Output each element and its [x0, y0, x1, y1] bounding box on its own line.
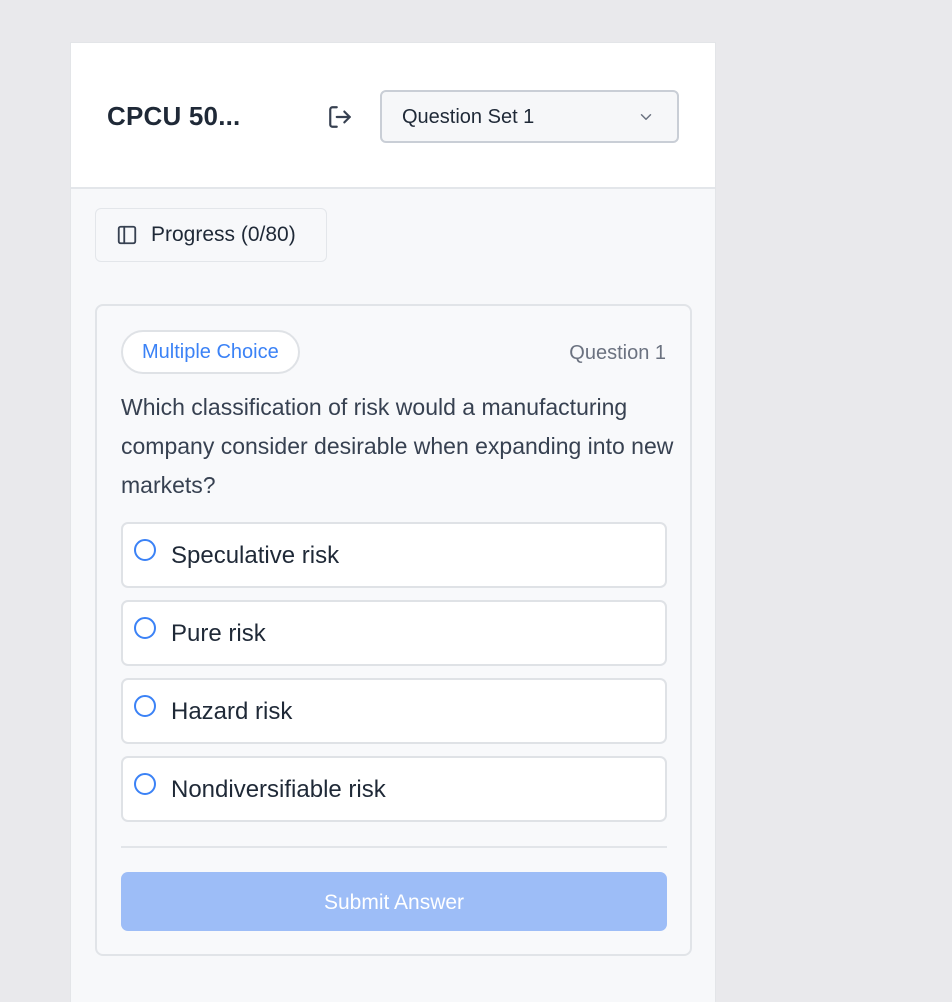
question-number: Question 1 [569, 342, 666, 364]
progress-button[interactable]: Progress (0/80) [95, 208, 327, 262]
radio-button[interactable] [134, 617, 156, 639]
radio-button[interactable] [134, 539, 156, 561]
answer-option[interactable]: Nondiversifiable risk [121, 756, 667, 822]
answer-option-label: Nondiversifiable risk [171, 776, 386, 803]
question-set-select-value: Question Set 1 [402, 106, 535, 128]
quiz-app: CPCU 50... Question Set 1 Progress (0/80… [70, 42, 716, 1002]
progress-label: Progress (0/80) [151, 223, 296, 246]
answer-option[interactable]: Speculative risk [121, 522, 667, 588]
chevron-down-icon [637, 108, 655, 126]
answer-option[interactable]: Hazard risk [121, 678, 667, 744]
answer-option-label: Pure risk [171, 620, 266, 647]
submit-answer-button[interactable]: Submit Answer [121, 872, 667, 931]
question-card: Multiple Choice Question 1 Which classif… [95, 304, 692, 956]
radio-button[interactable] [134, 695, 156, 717]
question-text: Which classification of risk would a man… [121, 394, 674, 498]
header: CPCU 50... Question Set 1 [71, 43, 715, 189]
answer-option-label: Hazard risk [171, 698, 293, 725]
answer-option-label: Speculative risk [171, 542, 340, 569]
question-type-badge: Multiple Choice [121, 330, 300, 374]
question-set-select[interactable]: Question Set 1 [380, 90, 679, 143]
answer-option[interactable]: Pure risk [121, 600, 667, 666]
logout-icon[interactable] [327, 104, 353, 130]
sidebar-panel-icon [116, 224, 138, 246]
radio-button[interactable] [134, 773, 156, 795]
course-title: CPCU 50... [107, 101, 241, 131]
divider [121, 846, 667, 848]
